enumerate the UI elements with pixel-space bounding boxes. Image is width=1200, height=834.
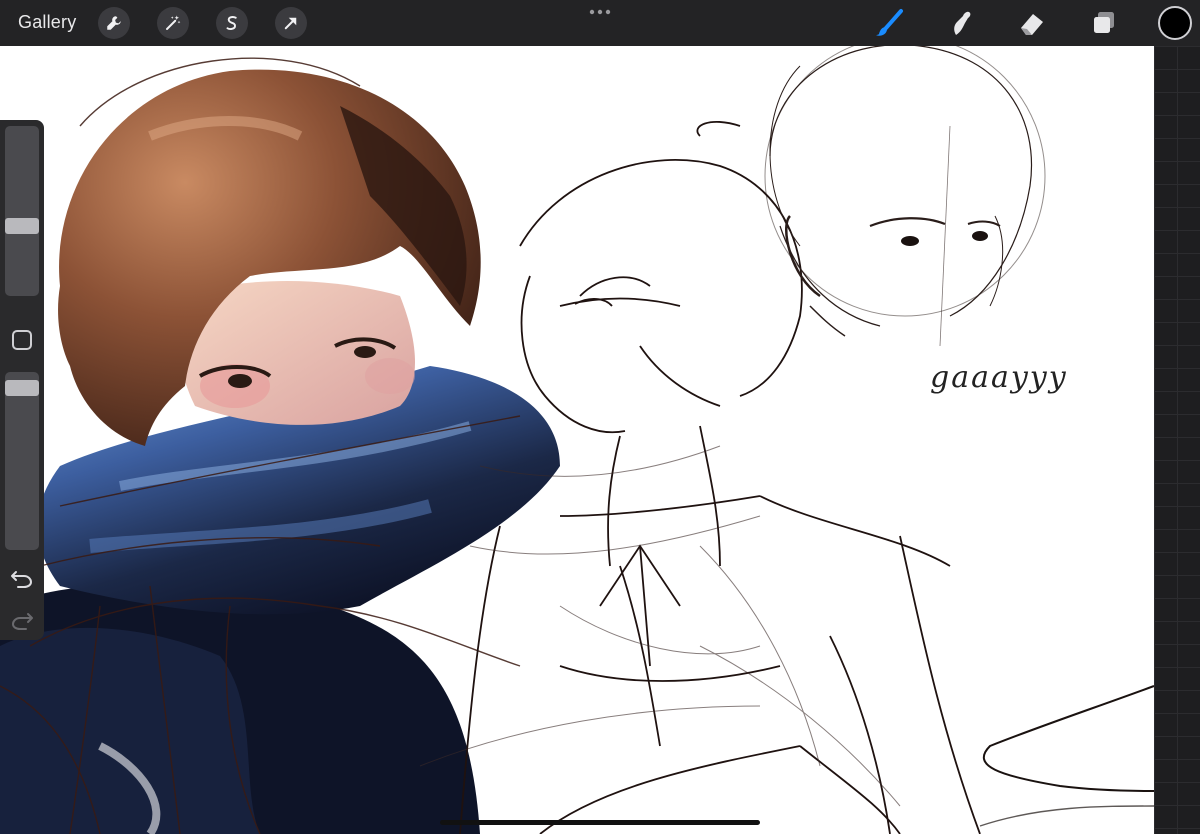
undo-icon[interactable] bbox=[10, 568, 34, 590]
transform-arrow-icon bbox=[284, 17, 297, 30]
layers-icon bbox=[1094, 12, 1114, 33]
brush-tool[interactable] bbox=[872, 7, 906, 39]
opacity-thumb[interactable] bbox=[5, 380, 39, 397]
modify-button[interactable] bbox=[12, 330, 32, 350]
brush-size-thumb[interactable] bbox=[5, 218, 39, 235]
handwritten-text: gaaayyy bbox=[930, 360, 1068, 395]
artwork bbox=[0, 46, 1154, 834]
smudge-tool[interactable] bbox=[944, 7, 978, 39]
brush-icon bbox=[876, 9, 903, 36]
color-picker-button[interactable] bbox=[1158, 6, 1192, 40]
wrench-icon bbox=[107, 16, 121, 30]
canvas-background-grid bbox=[1154, 46, 1200, 834]
selection-button[interactable] bbox=[216, 7, 248, 39]
top-toolbar: Gallery bbox=[0, 0, 1200, 46]
drawing-canvas[interactable]: gaaayyy bbox=[0, 46, 1154, 834]
eraser-tool[interactable] bbox=[1015, 7, 1049, 39]
side-toolbar bbox=[0, 120, 44, 640]
magic-wand-icon bbox=[166, 15, 181, 30]
redo-icon[interactable] bbox=[10, 610, 34, 632]
transform-button[interactable] bbox=[275, 7, 307, 39]
home-indicator bbox=[440, 820, 760, 825]
selection-s-icon bbox=[226, 16, 237, 30]
layers-tool[interactable] bbox=[1087, 7, 1121, 39]
gallery-button[interactable]: Gallery bbox=[18, 12, 76, 33]
smudge-icon bbox=[954, 11, 971, 35]
actions-button[interactable] bbox=[98, 7, 130, 39]
more-dots-icon[interactable] bbox=[588, 6, 612, 18]
brush-size-slider[interactable] bbox=[5, 126, 39, 296]
eraser-icon bbox=[1021, 14, 1043, 35]
opacity-slider[interactable] bbox=[5, 372, 39, 550]
adjustments-button[interactable] bbox=[157, 7, 189, 39]
